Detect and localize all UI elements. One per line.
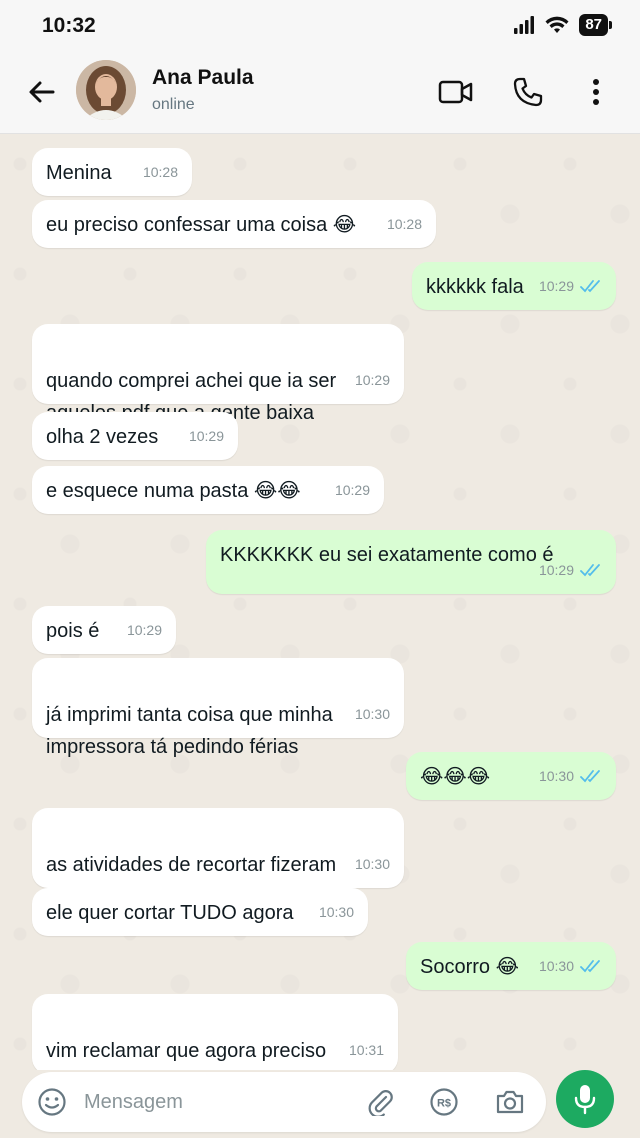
message-outgoing[interactable]: 😂😂😂 10:30	[406, 752, 616, 800]
video-call-button[interactable]	[434, 70, 478, 114]
chat-header: Ana Paula online	[0, 54, 640, 134]
message-incoming[interactable]: já imprimi tanta coisa que minha impress…	[32, 658, 404, 758]
message-input[interactable]	[84, 1086, 344, 1118]
signal-icon	[514, 16, 535, 34]
message-incoming[interactable]: pois é 10:29	[32, 606, 176, 654]
voice-message-button[interactable]	[556, 1070, 614, 1128]
paperclip-icon	[368, 1090, 393, 1116]
message-time: 10:28	[142, 164, 178, 180]
status-bar: 10:32 87	[0, 0, 640, 54]
attach-button[interactable]	[362, 1084, 398, 1120]
status-icons: 87	[513, 14, 612, 36]
message-text: e esquece numa pasta 😂😂	[46, 480, 301, 502]
message-outgoing[interactable]: KKKKKKK eu sei exatamente como é 10:29	[206, 530, 616, 594]
message-text: olha 2 vezes	[46, 426, 159, 448]
contact-status: online	[152, 96, 195, 113]
message-text: pois é	[46, 620, 100, 642]
message-incoming[interactable]: Menina 10:28	[32, 148, 192, 196]
arrow-left-icon	[29, 81, 55, 103]
message-time: 10:30	[354, 856, 390, 872]
more-vertical-icon	[593, 79, 599, 105]
message-text: KKKKKKK eu sei exatamente como é	[220, 544, 554, 566]
microphone-icon	[574, 1085, 596, 1115]
wifi-icon	[545, 16, 569, 33]
svg-text:R$: R$	[437, 1098, 451, 1110]
avatar[interactable]	[76, 60, 136, 120]
message-time: 10:29	[538, 562, 574, 578]
message-text: ele quer cortar TUDO agora	[46, 902, 294, 924]
message-incoming[interactable]: eu preciso confessar uma coisa 😂 10:28	[32, 200, 436, 248]
message-outgoing[interactable]: Socorro 😂 10:30	[406, 942, 616, 990]
emoji-icon	[38, 1088, 66, 1116]
message-list[interactable]: Menina 10:28 eu preciso confessar uma co…	[0, 134, 640, 1070]
double-check-icon	[580, 960, 600, 973]
payment-button[interactable]: R$	[426, 1084, 462, 1120]
double-check-icon	[580, 280, 600, 293]
message-incoming[interactable]: as atividades de recortar fizeram sucess…	[32, 808, 404, 908]
contact-name[interactable]: Ana Paula	[152, 66, 254, 90]
message-time: 10:30	[538, 768, 574, 784]
message-text: 😂😂😂	[420, 766, 491, 788]
message-text: já imprimi tanta coisa que minha impress…	[46, 704, 333, 758]
message-time: 10:31	[348, 1042, 384, 1058]
voice-call-button[interactable]	[506, 70, 550, 114]
message-incoming[interactable]: ele quer cortar TUDO agora 10:30	[32, 888, 368, 936]
avatar-photo	[76, 60, 136, 120]
message-time: 10:30	[354, 706, 390, 722]
message-time: 10:30	[318, 904, 354, 920]
message-text: kkkkkk fala	[426, 276, 524, 298]
double-check-icon	[580, 564, 600, 577]
message-incoming[interactable]: olha 2 vezes 10:29	[32, 412, 238, 460]
message-incoming[interactable]: e esquece numa pasta 😂😂 10:29	[32, 466, 384, 514]
battery-indicator: 87	[579, 14, 612, 36]
message-incoming[interactable]: quando comprei achei que ia ser aqueles …	[32, 324, 404, 424]
composer: R$	[22, 1072, 546, 1132]
status-time: 10:32	[42, 14, 96, 37]
message-text: Menina	[46, 162, 112, 184]
emoji-button[interactable]	[34, 1084, 70, 1120]
message-text: eu preciso confessar uma coisa 😂	[46, 214, 357, 236]
camera-icon	[496, 1090, 524, 1114]
message-time: 10:28	[386, 216, 422, 232]
message-text: Socorro 😂	[420, 956, 519, 978]
video-camera-icon	[438, 80, 473, 104]
message-time: 10:29	[334, 482, 370, 498]
message-time: 10:29	[126, 622, 162, 638]
composer-bar: R$	[0, 1070, 640, 1138]
double-check-icon	[580, 770, 600, 783]
message-time: 10:29	[538, 278, 574, 294]
message-outgoing[interactable]: kkkkkk fala 10:29	[412, 262, 616, 310]
phone-icon	[513, 77, 543, 107]
menu-button[interactable]	[574, 70, 618, 114]
currency-real-icon: R$	[430, 1088, 458, 1116]
camera-button[interactable]	[492, 1084, 528, 1120]
back-button[interactable]	[22, 72, 62, 112]
message-time: 10:30	[538, 958, 574, 974]
message-time: 10:29	[188, 428, 224, 444]
message-text: vim reclamar que agora preciso esconder …	[46, 1040, 327, 1062]
message-time: 10:29	[354, 372, 390, 388]
message-incoming[interactable]: vim reclamar que agora preciso esconder …	[32, 994, 398, 1070]
